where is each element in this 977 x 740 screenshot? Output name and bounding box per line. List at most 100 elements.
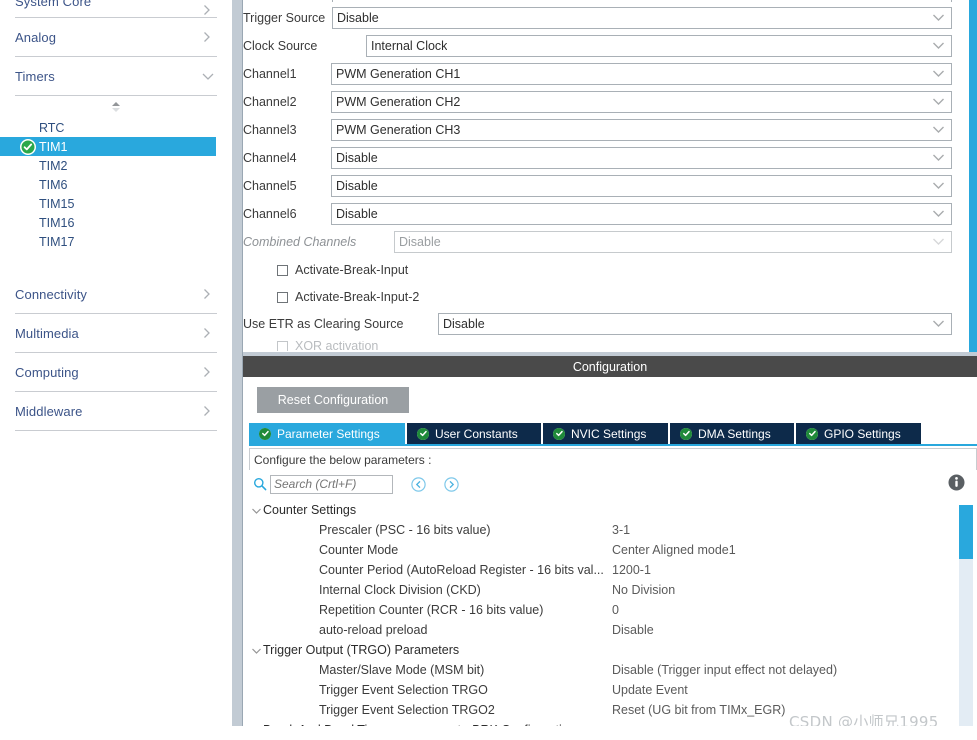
sidebar-item-tim2[interactable]: TIM2 — [0, 156, 232, 175]
activate-break-input-2-checkbox-row[interactable]: Activate-Break-Input-2 — [277, 288, 419, 306]
table-row[interactable]: Trigger Event Selection TRGO Update Even… — [249, 680, 961, 700]
sidebar-item-tim15[interactable]: TIM15 — [0, 194, 232, 213]
table-row[interactable]: Internal Clock Division (CKD) No Divisio… — [249, 580, 961, 600]
chevron-down-icon — [932, 67, 945, 81]
combo-value: Disable — [336, 151, 378, 165]
timers-peripheral-list: RTC TIM1 TIM2 TIM6 TIM15 TIM16 TIM17 — [0, 96, 232, 275]
sidebar-item-tim6[interactable]: TIM6 — [0, 175, 232, 194]
combo-value: PWM Generation CH2 — [336, 95, 461, 109]
chevron-down-icon — [932, 95, 945, 109]
chevron-down-icon — [932, 235, 945, 249]
trigger-source-combo[interactable]: Disable — [332, 7, 952, 29]
tab-label: GPIO Settings — [824, 426, 901, 441]
sidebar-category-label: Middleware — [15, 403, 83, 419]
configuration-body: Reset Configuration Parameter Settings U… — [243, 377, 977, 740]
combo-value: Disable — [336, 179, 378, 193]
sidebar-category-label: Connectivity — [15, 286, 88, 302]
channel4-combo[interactable]: Disable — [331, 147, 952, 169]
chevron-right-icon — [201, 327, 213, 339]
configuration-tabs: Parameter Settings User Constants NVIC S… — [249, 423, 977, 446]
checkbox[interactable] — [277, 291, 288, 303]
table-row[interactable]: Counter Mode Center Aligned mode1 — [249, 540, 961, 560]
tab-dma-settings[interactable]: DMA Settings — [670, 423, 796, 444]
mode-row-channel6: Channel6 Disable — [243, 202, 952, 226]
mode-row-channel3: Channel3 PWM Generation CH3 — [243, 118, 952, 142]
chevron-down-icon[interactable] — [249, 646, 263, 655]
tab-gpio-settings[interactable]: GPIO Settings — [796, 423, 921, 444]
mode-row-channel1: Channel1 PWM Generation CH1 — [243, 62, 952, 86]
chevron-down-icon — [932, 151, 945, 165]
channel2-combo[interactable]: PWM Generation CH2 — [331, 91, 952, 113]
tree-group-counter-settings[interactable]: Counter Settings — [249, 500, 961, 520]
mode-panel: Trigger Source Disable Clock Source Inte… — [243, 0, 977, 352]
mode-row-label: Use ETR as Clearing Source — [243, 317, 404, 331]
sidebar-item-tim17[interactable]: TIM17 — [0, 232, 232, 251]
param-name: Prescaler (PSC - 16 bits value) — [319, 523, 491, 537]
clipped-combo-top[interactable] — [332, 0, 952, 2]
xor-activation-checkbox-row[interactable]: XOR activation — [277, 341, 378, 351]
sidebar-item-label: TIM1 — [39, 139, 68, 154]
sidebar-category-multimedia[interactable]: Multimedia — [15, 314, 217, 353]
tree-group-label: Counter Settings — [263, 503, 357, 517]
mode-row-label: Combined Channels — [243, 235, 357, 249]
panel-splitter-vertical[interactable] — [232, 0, 243, 740]
checkbox-label: Activate-Break-Input-2 — [295, 290, 420, 304]
parameter-search-row — [249, 470, 977, 498]
mode-row-use-etr-clearing-source: Use ETR as Clearing Source Disable — [243, 312, 952, 336]
search-input[interactable] — [270, 474, 393, 494]
prev-icon[interactable] — [411, 476, 426, 492]
table-row[interactable]: Prescaler (PSC - 16 bits value) 3-1 — [249, 520, 961, 540]
tree-group-trigger-output-parameters[interactable]: Trigger Output (TRGO) Parameters — [249, 640, 961, 660]
chevron-down-icon[interactable] — [249, 506, 263, 515]
channel6-combo[interactable]: Disable — [331, 203, 952, 225]
scroll-up-down-icon[interactable] — [0, 96, 232, 118]
use-etr-clearing-source-combo[interactable]: Disable — [438, 313, 952, 335]
param-name: auto-reload preload — [319, 623, 428, 637]
table-row[interactable]: Master/Slave Mode (MSM bit) Disable (Tri… — [249, 660, 961, 680]
sidebar-item-rtc[interactable]: RTC — [0, 118, 232, 137]
chevron-down-icon — [932, 11, 945, 25]
sidebar-category-system-core[interactable]: System Core — [15, 0, 217, 18]
tab-parameter-settings[interactable]: Parameter Settings — [249, 423, 407, 444]
sidebar-category-timers[interactable]: Timers — [15, 57, 217, 96]
clock-source-combo[interactable]: Internal Clock — [366, 35, 952, 57]
table-row[interactable]: auto-reload preload Disable — [249, 620, 961, 640]
info-icon[interactable] — [948, 474, 965, 494]
check-circle-icon — [20, 138, 36, 155]
channel5-combo[interactable]: Disable — [331, 175, 952, 197]
param-value: Reset (UG bit from TIMx_EGR) — [612, 703, 786, 717]
table-row[interactable]: Repetition Counter (RCR - 16 bits value)… — [249, 600, 961, 620]
checkbox[interactable] — [277, 264, 288, 276]
sidebar-category-analog[interactable]: Analog — [15, 18, 217, 57]
channel3-combo[interactable]: PWM Generation CH3 — [331, 119, 952, 141]
activate-break-input-checkbox-row[interactable]: Activate-Break-Input — [277, 261, 408, 279]
mode-row-label: Trigger Source — [243, 11, 326, 25]
param-name: Repetition Counter (RCR - 16 bits value) — [319, 603, 544, 617]
sidebar-category-connectivity[interactable]: Connectivity — [15, 275, 217, 314]
sidebar-item-tim16[interactable]: TIM16 — [0, 213, 232, 232]
combo-value: Disable — [399, 235, 441, 249]
mode-row-combined-channels: Combined Channels Disable — [243, 230, 952, 254]
check-circle-icon — [806, 427, 818, 440]
mode-row-label: Channel2 — [243, 95, 297, 109]
sidebar-category-label: Analog — [15, 29, 57, 45]
sidebar-category-computing[interactable]: Computing — [15, 353, 217, 392]
channel1-combo[interactable]: PWM Generation CH1 — [331, 63, 952, 85]
table-row[interactable]: Counter Period (AutoReload Register - 16… — [249, 560, 961, 580]
mode-row-label: Clock Source — [243, 39, 318, 53]
sidebar-category-middleware[interactable]: Middleware — [15, 392, 217, 431]
sidebar-item-tim1[interactable]: TIM1 — [0, 137, 216, 156]
param-name: Internal Clock Division (CKD) — [319, 583, 481, 597]
next-icon[interactable] — [444, 476, 459, 492]
mode-panel-scrollbar[interactable] — [969, 0, 977, 352]
parameter-tree-scrollbar-thumb[interactable] — [959, 505, 973, 559]
configure-hint-text: Configure the below parameters : — [249, 448, 977, 470]
tab-nvic-settings[interactable]: NVIC Settings — [543, 423, 670, 444]
checkbox[interactable] — [277, 341, 288, 351]
param-name: Master/Slave Mode (MSM bit) — [319, 663, 485, 677]
mode-row-label: Channel5 — [243, 179, 297, 193]
tab-user-constants[interactable]: User Constants — [407, 423, 543, 444]
reset-configuration-button[interactable]: Reset Configuration — [257, 387, 409, 413]
param-value: 3-1 — [612, 523, 631, 537]
mode-panel-scrollbar-thumb[interactable] — [969, 0, 977, 352]
